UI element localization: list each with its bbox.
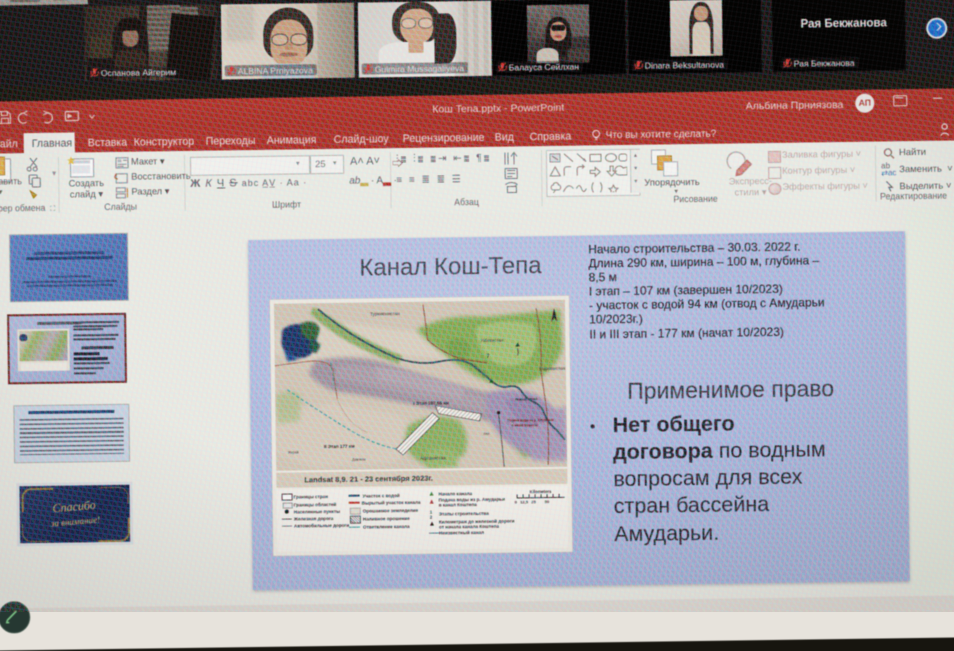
svg-text:Новый канал: Новый канал (515, 397, 537, 401)
svg-text:Подача воды из р. Амударьи: Подача воды из р. Амударьи (508, 418, 554, 423)
svg-text:в канал Коштепа: в канал Коштепа (512, 423, 539, 427)
svg-text:Узбекистан: Узбекистан (480, 338, 503, 343)
svg-text:Афганистан: Афганистан (420, 455, 446, 460)
svg-text:Туркменистан: Туркменистан (370, 311, 400, 316)
svg-text:Таджикистан: Таджикистан (539, 366, 566, 371)
svg-text:7: 7 (487, 354, 490, 360)
svg-text:Жерой: Жерой (288, 450, 299, 454)
svg-text:I Этап 107,55 км: I Этап 107,55 км (413, 400, 449, 405)
svg-text:II Этап 177 км: II Этап 177 км (324, 444, 355, 449)
svg-text:Кел: Кел (484, 432, 490, 436)
svg-text:Довлели: Довлели (352, 458, 366, 462)
